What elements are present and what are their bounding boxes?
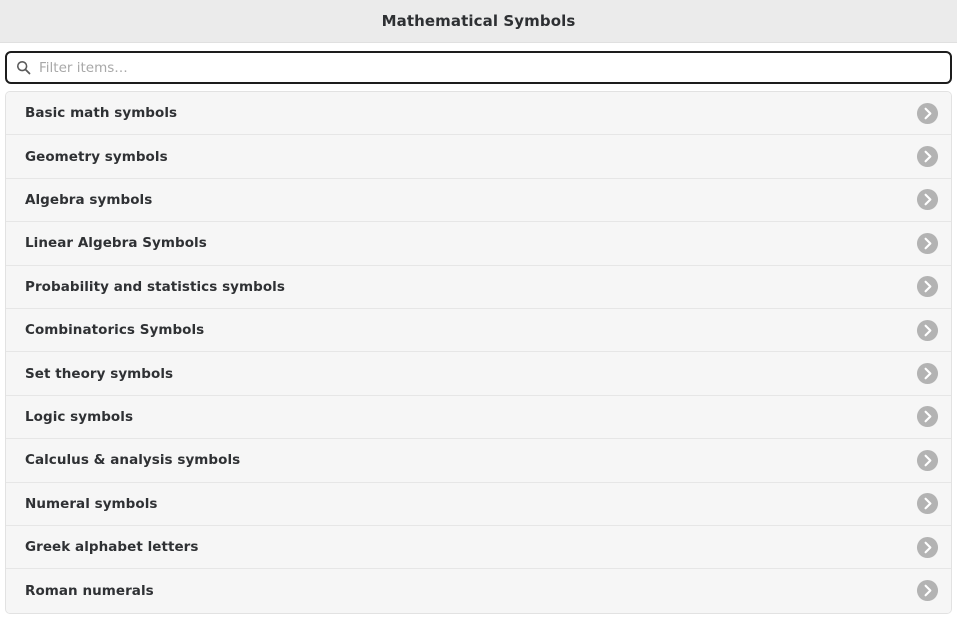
list-item-label: Probability and statistics symbols <box>25 278 285 295</box>
page-title: Mathematical Symbols <box>381 11 576 30</box>
list-item[interactable]: Roman numerals <box>6 569 951 613</box>
list-item[interactable]: Geometry symbols <box>6 135 951 179</box>
list-item-label: Logic symbols <box>25 408 134 425</box>
list-item-label: Geometry symbols <box>25 148 168 165</box>
app-root: Mathematical Symbols Basic math symbols … <box>0 0 957 628</box>
chevron-right-circle-icon[interactable] <box>916 319 939 342</box>
list-item[interactable]: Greek alphabet letters <box>6 525 951 570</box>
list-item[interactable]: Calculus & analysis symbols <box>6 439 951 483</box>
chevron-right-circle-icon[interactable] <box>916 492 939 515</box>
list-item[interactable]: Linear Algebra Symbols <box>6 222 951 266</box>
chevron-right-circle-icon[interactable] <box>916 275 939 298</box>
search-input[interactable] <box>39 53 942 82</box>
search-icon <box>16 60 31 75</box>
chevron-right-circle-icon[interactable] <box>916 405 939 428</box>
list-item-label: Set theory symbols <box>25 365 174 382</box>
list-item-label: Combinatorics Symbols <box>25 322 205 339</box>
list-item-label: Numeral symbols <box>25 495 158 512</box>
search-box[interactable] <box>5 51 952 84</box>
list-item-label: Basic math symbols <box>25 105 178 122</box>
list-item[interactable]: Probability and statistics symbols <box>6 265 951 309</box>
chevron-right-circle-icon[interactable] <box>916 188 939 211</box>
list-item-label: Algebra symbols <box>25 191 153 208</box>
list-item[interactable]: Set theory symbols <box>6 352 951 396</box>
chevron-right-circle-icon[interactable] <box>916 232 939 255</box>
chevron-right-circle-icon[interactable] <box>916 145 939 168</box>
chevron-right-circle-icon[interactable] <box>916 362 939 385</box>
filter-bar <box>0 43 957 91</box>
list-item[interactable]: Algebra symbols <box>6 178 951 223</box>
chevron-right-circle-icon[interactable] <box>916 449 939 472</box>
symbol-category-list: Basic math symbols Geometry symbols Alge… <box>5 91 952 614</box>
list-item[interactable]: Logic symbols <box>6 395 951 440</box>
list-item-label: Linear Algebra Symbols <box>25 235 207 252</box>
chevron-right-circle-icon[interactable] <box>916 536 939 559</box>
list-item-label: Calculus & analysis symbols <box>25 452 241 469</box>
list-item-label: Roman numerals <box>25 582 154 599</box>
list-item[interactable]: Numeral symbols <box>6 482 951 526</box>
list-item[interactable]: Basic math symbols <box>6 92 951 136</box>
list-item-label: Greek alphabet letters <box>25 539 199 556</box>
list-item[interactable]: Combinatorics Symbols <box>6 308 951 353</box>
chevron-right-circle-icon[interactable] <box>916 579 939 602</box>
title-bar: Mathematical Symbols <box>0 0 957 43</box>
chevron-right-circle-icon[interactable] <box>916 102 939 125</box>
